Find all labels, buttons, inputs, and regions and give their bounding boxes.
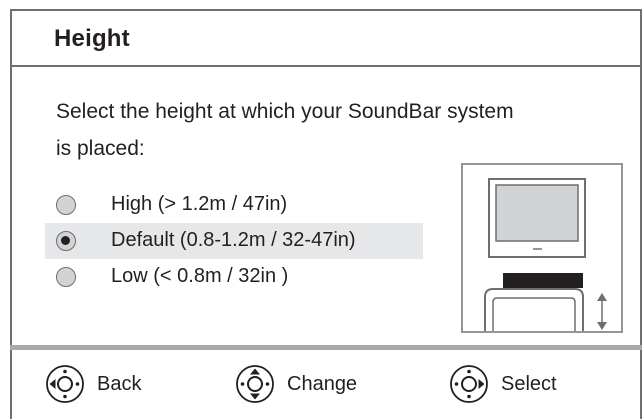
option-high[interactable]: High (> 1.2m / 47in) [45,187,423,223]
height-options-list: High (> 1.2m / 47in) Default (0.8-1.2m /… [45,187,425,295]
navigation-left-icon [46,365,84,403]
option-label-low: Low (< 0.8m / 32in ) [111,265,289,287]
radio-button-default[interactable] [56,231,76,251]
instruction-line-1: Select the height at which your SoundBar… [56,100,514,123]
instruction-text: Select the height at which your SoundBar… [56,93,576,167]
tv-soundbar-diagram-icon [484,178,607,331]
option-label-default: Default (0.8-1.2m / 32-47in) [111,229,356,251]
change-label: Change [287,372,358,395]
navigation-up-down-icon [236,365,274,403]
footer-controls: Back Change Select [12,350,642,419]
radio-button-high[interactable] [56,195,76,215]
radio-button-low[interactable] [56,267,76,287]
select-label: Select [501,372,557,395]
instruction-line-2: is placed: [56,137,145,160]
tv-logo-mark [533,248,542,250]
cabinet [484,288,584,331]
select-button[interactable]: Select [449,364,557,404]
height-arrow-icon [597,293,607,330]
back-button[interactable]: Back [45,364,141,404]
change-button[interactable]: Change [235,364,357,404]
cabinet-inner [492,297,576,331]
navigation-right-icon [450,365,488,403]
back-label: Back [97,372,142,395]
page-title: Height [54,25,130,52]
placement-illustration [461,163,623,333]
option-label-high: High (> 1.2m / 47in) [111,193,288,215]
title-bar: Height [12,11,640,67]
option-default[interactable]: Default (0.8-1.2m / 32-47in) [45,223,423,259]
soundbar [503,273,583,288]
option-low[interactable]: Low (< 0.8m / 32in ) [45,259,423,295]
tv-screen [495,184,579,242]
